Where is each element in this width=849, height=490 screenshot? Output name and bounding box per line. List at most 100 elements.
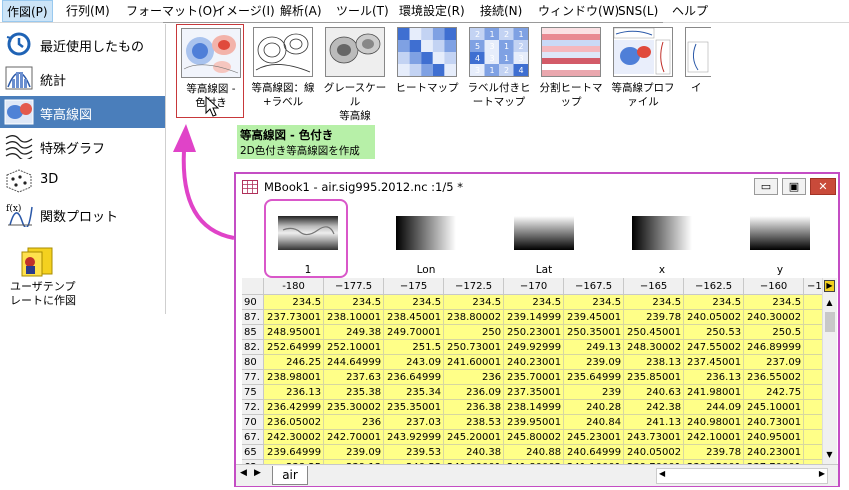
data-cell[interactable]: 250 [443, 324, 505, 340]
data-cell[interactable]: 235.85001 [623, 369, 685, 385]
column-header[interactable]: -180 [263, 278, 325, 295]
data-cell[interactable]: 234.5 [383, 294, 445, 310]
data-cell[interactable]: 244.64999 [323, 354, 385, 370]
close-button[interactable]: ✕ [810, 178, 836, 195]
sidebar-item-statistics[interactable]: 統計 [0, 62, 165, 94]
data-cell[interactable]: 240.64999 [563, 444, 625, 460]
data-cell[interactable]: 235.30002 [323, 399, 385, 415]
data-cell[interactable]: 236.38 [443, 399, 505, 415]
data-cell[interactable]: 245.23001 [563, 429, 625, 445]
data-cell[interactable]: 238.98001 [263, 369, 325, 385]
data-cell[interactable]: 235.70001 [503, 369, 565, 385]
row-header[interactable]: 80 [242, 354, 265, 370]
menu-item[interactable]: 作図(P) [2, 0, 53, 22]
data-cell[interactable]: 249.70001 [383, 324, 445, 340]
row-header[interactable]: 87. [242, 309, 265, 325]
scroll-left-icon[interactable]: ◀ [659, 469, 665, 478]
data-cell[interactable]: 241.98001 [683, 384, 745, 400]
data-cell[interactable]: 238.10001 [323, 309, 385, 325]
data-cell[interactable]: 236.64999 [383, 369, 445, 385]
column-header[interactable]: −177.5 [323, 278, 385, 295]
data-cell[interactable]: 251.5 [383, 339, 445, 355]
data-cell[interactable]: 240.05002 [623, 444, 685, 460]
data-cell[interactable]: 246.89999 [743, 339, 805, 355]
data-cell[interactable]: 242.70001 [323, 429, 385, 445]
data-cell[interactable]: 250.35001 [563, 324, 625, 340]
data-cell[interactable]: 234.5 [683, 294, 745, 310]
row-header[interactable]: 75 [242, 384, 265, 400]
menu-item[interactable]: イメージ(I) [210, 0, 279, 22]
data-cell[interactable]: 252.64999 [263, 339, 325, 355]
menu-item[interactable]: 行列(M) [62, 0, 114, 22]
column-nav-icon[interactable]: ▶ [824, 280, 835, 292]
data-cell[interactable]: 243.09 [383, 354, 445, 370]
data-cell[interactable]: 242.10001 [683, 429, 745, 445]
row-header[interactable]: 90 [242, 294, 265, 310]
data-cell[interactable]: 240.05002 [683, 309, 745, 325]
data-cell[interactable]: 240.23001 [503, 354, 565, 370]
data-cell[interactable]: 241.13 [623, 414, 685, 430]
minimize-button[interactable]: ▭ [754, 178, 778, 195]
column-header[interactable]: −165 [623, 278, 685, 295]
data-cell[interactable]: 239.78 [623, 309, 685, 325]
sidebar-item-special-graph[interactable]: 特殊グラフ [0, 130, 165, 162]
scroll-right-icon[interactable]: ▶ [819, 469, 825, 478]
sidebar-item-function-plot[interactable]: f(x) 関数プロット [0, 198, 165, 230]
data-cell[interactable]: 235.38 [323, 384, 385, 400]
template-grayscale-contour[interactable]: グレースケール 等高線 [321, 24, 389, 122]
scroll-down-icon[interactable]: ▼ [825, 450, 834, 460]
data-cell[interactable]: 239.64999 [263, 444, 325, 460]
data-cell[interactable]: 236.09 [443, 384, 505, 400]
row-header[interactable]: 77. [242, 369, 265, 385]
data-cell[interactable]: 245.10001 [743, 399, 805, 415]
data-cell[interactable]: 235.64999 [563, 369, 625, 385]
data-cell[interactable]: 236.13 [683, 369, 745, 385]
data-cell[interactable]: 249.13 [563, 339, 625, 355]
scroll-up-icon[interactable]: ▲ [825, 298, 834, 308]
data-cell[interactable]: 238.53 [443, 414, 505, 430]
data-cell[interactable]: 237.03 [383, 414, 445, 430]
matrix-thumb-x[interactable]: x [610, 200, 722, 278]
data-cell[interactable]: 239.45001 [563, 309, 625, 325]
data-cell[interactable]: 244.09 [683, 399, 745, 415]
data-cell[interactable]: 250.5 [743, 324, 805, 340]
template-partial[interactable]: イ [681, 24, 711, 118]
data-cell[interactable]: 245.80002 [503, 429, 565, 445]
data-cell[interactable]: 252.10001 [323, 339, 385, 355]
data-cell[interactable]: 240.98001 [683, 414, 745, 430]
vertical-scrollbar[interactable]: ▶ ▲ ▼ [822, 278, 837, 464]
column-header[interactable]: −167.5 [563, 278, 625, 295]
menu-item[interactable]: ヘルプ [668, 0, 712, 22]
data-cell[interactable]: 238.14999 [503, 399, 565, 415]
data-cell[interactable]: 236.42999 [263, 399, 325, 415]
data-cell[interactable]: 243.73001 [623, 429, 685, 445]
sheet-next-icon[interactable]: ▶ [254, 468, 261, 478]
data-cell[interactable]: 238.80002 [443, 309, 505, 325]
data-cell[interactable]: 240.23001 [743, 444, 805, 460]
data-cell[interactable]: 240.73001 [743, 414, 805, 430]
data-cell[interactable]: 240.63 [623, 384, 685, 400]
data-cell[interactable]: 237.35001 [503, 384, 565, 400]
data-cell[interactable]: 235.34 [383, 384, 445, 400]
horizontal-scrollbar[interactable]: ◀ ▶ [656, 468, 828, 484]
data-cell[interactable]: 234.5 [503, 294, 565, 310]
data-cell[interactable]: 243.92999 [383, 429, 445, 445]
data-cell[interactable]: 245.20001 [443, 429, 505, 445]
data-cell[interactable]: 234.5 [323, 294, 385, 310]
row-header[interactable]: 70 [242, 414, 265, 430]
menu-item[interactable]: フォーマット(O) [122, 0, 221, 22]
column-header[interactable]: −162.5 [683, 278, 745, 295]
data-cell[interactable]: 239.09 [563, 354, 625, 370]
data-cell[interactable]: 248.95001 [263, 324, 325, 340]
window-titlebar[interactable]: MBook1 - air.sig995.2012.nc :1/5 * ▭ ▣ ✕ [236, 174, 838, 200]
data-cell[interactable]: 250.53 [683, 324, 745, 340]
data-cell[interactable]: 237.63 [323, 369, 385, 385]
menu-item[interactable]: ツール(T) [332, 0, 393, 22]
data-cell[interactable]: 234.5 [443, 294, 505, 310]
data-cell[interactable]: 240.84 [563, 414, 625, 430]
data-cell[interactable]: 236 [323, 414, 385, 430]
column-header[interactable]: −170 [503, 278, 565, 295]
data-cell[interactable]: 250.45001 [623, 324, 685, 340]
data-cell[interactable]: 250.73001 [443, 339, 505, 355]
data-cell[interactable]: 248.30002 [623, 339, 685, 355]
